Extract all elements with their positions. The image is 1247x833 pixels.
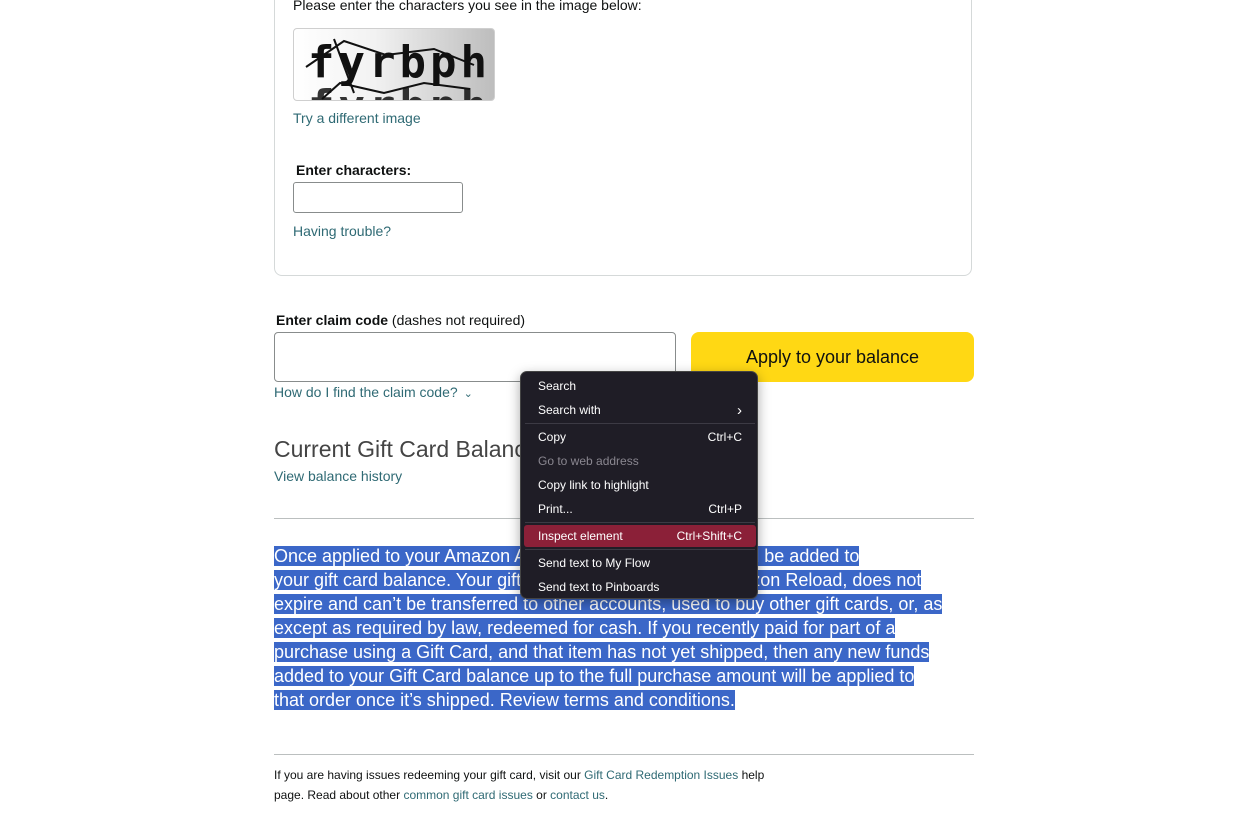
captcha-image-text-echo: fyrbph <box>308 81 491 100</box>
context-menu: Search Search with › Copy Ctrl+C Go to web… <box>520 371 758 599</box>
menu-item-send-to-pinboards[interactable]: Send text to Pinboards <box>524 576 756 598</box>
try-different-image-link[interactable]: Try a different image <box>293 110 421 126</box>
balance-title: Current Gift Card Balance <box>274 436 539 462</box>
find-claim-code-link[interactable]: How do I find the claim code? ⌄ <box>274 384 473 400</box>
footer-text: . <box>604 788 609 802</box>
terms-line: except as required by law, redeemed for … <box>274 618 896 638</box>
menu-item-search-with[interactable]: Search with › <box>524 399 756 421</box>
having-trouble-link[interactable]: Having trouble? <box>293 223 391 239</box>
view-balance-history-link[interactable]: View balance history <box>274 468 402 484</box>
menu-item-search[interactable]: Search <box>524 375 756 397</box>
contact-us-link[interactable]: contact us <box>550 788 605 802</box>
terms-line: purchase using a Gift Card, and that ite… <box>274 642 930 662</box>
terms-line: added to your Gift Card balance up to th… <box>274 666 915 686</box>
divider <box>274 754 974 755</box>
chevron-down-icon: ⌄ <box>463 388 473 400</box>
menu-item-print[interactable]: Print... Ctrl+P <box>524 498 756 520</box>
chevron-right-icon: › <box>737 401 742 419</box>
menu-separator <box>525 423 755 424</box>
claim-code-label-hint: (dashes not required) <box>388 312 526 328</box>
footer-text: If you are having issues redeeming your … <box>274 768 585 782</box>
menu-item-go-to-web-address: Go to web address <box>538 454 639 468</box>
menu-item-send-to-my-flow[interactable]: Send text to My Flow <box>524 552 756 574</box>
captcha-glyphs: fyrbph fyrbph <box>305 37 491 100</box>
footer-help-text: If you are having issues redeeming your … <box>274 765 794 805</box>
claim-code-label-bold: Enter claim code <box>276 312 389 328</box>
menu-separator <box>525 522 755 523</box>
menu-item-inspect-element[interactable]: Inspect element Ctrl+Shift+C <box>524 525 756 547</box>
common-issues-link[interactable]: common gift card issues <box>403 788 532 802</box>
redemption-issues-link[interactable]: Gift Card Redemption Issues <box>584 768 738 782</box>
find-claim-code-label: How do I find the claim code? <box>274 384 458 400</box>
captcha-image: fyrbph fyrbph <box>293 28 495 101</box>
menu-separator <box>525 549 755 550</box>
footer-text: or <box>532 788 551 802</box>
menu-item-copy[interactable]: Copy Ctrl+C <box>524 426 756 448</box>
claim-code-label: Enter claim code (dashes not required) <box>276 312 525 328</box>
captcha-prompt: Please enter the characters you see in t… <box>293 0 642 13</box>
enter-characters-label: Enter characters: <box>296 162 412 178</box>
terms-line: that order once it’s shipped. Review ter… <box>274 690 735 710</box>
menu-item-copy-link-to-highlight[interactable]: Copy link to highlight <box>524 474 756 496</box>
captcha-characters-input[interactable] <box>293 182 463 213</box>
